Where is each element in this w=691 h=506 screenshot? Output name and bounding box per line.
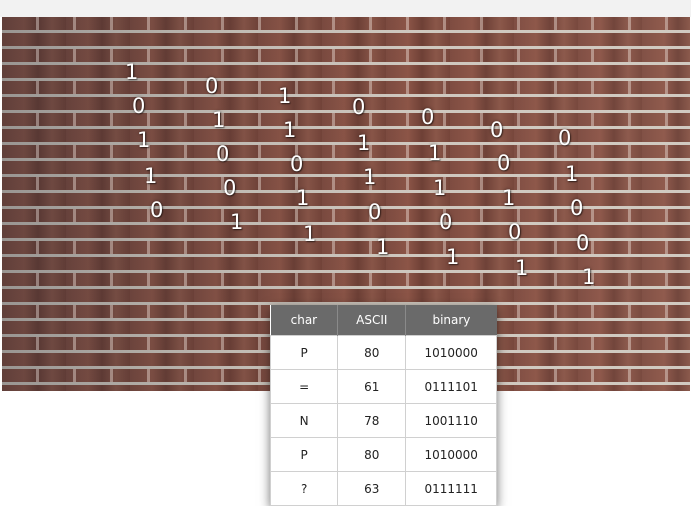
binary-cell: 0111101 [405, 369, 497, 404]
bit: 1 [502, 186, 516, 210]
bit: 0 [570, 196, 584, 220]
ascii-cell: 80 [337, 335, 407, 370]
binary-cell: 1010000 [405, 437, 497, 472]
bit: 0 [558, 126, 572, 150]
bit: 1 [433, 176, 447, 200]
bit: 1 [376, 235, 390, 259]
bit: 1 [428, 141, 442, 165]
ascii-cell: 78 [337, 403, 407, 438]
bit: 0 [290, 152, 304, 176]
top-strip [0, 0, 691, 17]
bit: 1 [278, 84, 292, 108]
bit: 0 [223, 176, 237, 200]
char-cell: P [269, 437, 339, 472]
char-cell: = [269, 369, 339, 404]
bit: 1 [565, 162, 579, 186]
bit: 0 [352, 95, 366, 119]
char-cell: N [269, 403, 339, 438]
ascii-cell: 61 [337, 369, 407, 404]
bit: 1 [363, 165, 377, 189]
bit: 0 [439, 210, 453, 234]
table-row: P 80 1010000 [269, 437, 497, 472]
bit: 1 [303, 222, 317, 246]
bit: 0 [490, 118, 504, 142]
binary-cell: 0111111 [405, 471, 497, 506]
table-row: N 78 1001110 [269, 403, 497, 438]
table-row: = 61 0111101 [269, 369, 497, 404]
char-cell: P [269, 335, 339, 370]
bit: 0 [508, 220, 522, 244]
ascii-cell: 63 [337, 471, 407, 506]
bit: 0 [132, 94, 146, 118]
column-header-ascii: ASCII [337, 305, 407, 336]
bit: 0 [497, 151, 511, 175]
bit: 1 [296, 186, 310, 210]
column-header-char: char [270, 305, 339, 336]
ascii-table-card: char ASCII binary P 80 1010000 = 61 0111… [269, 305, 497, 506]
binary-cell: 1010000 [405, 335, 497, 370]
bit: 1 [144, 164, 158, 188]
column-header-binary: binary [405, 305, 497, 336]
ascii-table: char ASCII binary P 80 1010000 = 61 0111… [269, 305, 497, 506]
char-cell: ? [269, 471, 339, 506]
bit: 1 [230, 210, 244, 234]
ascii-cell: 80 [337, 437, 407, 472]
bit: 1 [283, 118, 297, 142]
bit: 0 [205, 74, 219, 98]
bit: 0 [150, 198, 164, 222]
bit: 1 [446, 245, 460, 269]
bit: 0 [216, 142, 230, 166]
bit: 1 [357, 131, 371, 155]
table-row: P 80 1010000 [269, 335, 497, 370]
bit: 0 [421, 105, 435, 129]
bit: 1 [125, 60, 139, 84]
bit: 0 [368, 200, 382, 224]
table-header-row: char ASCII binary [270, 305, 497, 336]
bit: 1 [212, 108, 226, 132]
binary-cell: 1001110 [405, 403, 497, 438]
bit: 1 [515, 256, 529, 280]
bit: 1 [582, 265, 596, 289]
bit: 1 [137, 128, 151, 152]
table-row: ? 63 0111111 [269, 471, 497, 506]
bit: 0 [576, 231, 590, 255]
